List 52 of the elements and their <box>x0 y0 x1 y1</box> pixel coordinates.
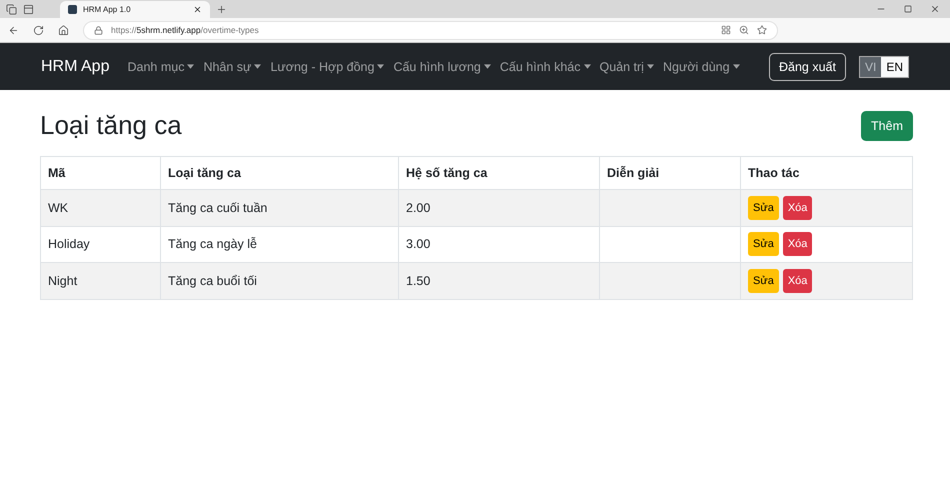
column-header: Thao tác <box>740 156 912 190</box>
caret-icon <box>646 64 654 69</box>
caret-icon <box>732 64 740 69</box>
star-icon[interactable] <box>757 25 767 35</box>
nav-menu[interactable]: Nhân sự <box>203 60 262 74</box>
table-cell: Night <box>40 262 160 299</box>
edit-button[interactable]: Sửa <box>748 196 779 220</box>
delete-button[interactable]: Xóa <box>782 268 812 293</box>
close-tab-icon[interactable] <box>193 5 202 14</box>
table-cell: 2.00 <box>398 190 600 226</box>
nav-menu[interactable]: Danh mục <box>127 60 194 74</box>
caret-icon <box>584 64 590 69</box>
home-icon[interactable] <box>58 24 69 36</box>
logout-button[interactable]: Đăng xuất <box>769 52 846 80</box>
address-bar[interactable]: https://5shrm.netlify.app/overtime-types <box>83 20 778 40</box>
nav-menu[interactable]: Người dùng <box>662 60 740 74</box>
column-header: Mã <box>40 156 160 190</box>
language-button[interactable]: VI <box>860 56 882 76</box>
url-text: https://5shrm.netlify.app/overtime-types <box>111 25 260 35</box>
reload-icon[interactable] <box>33 24 44 36</box>
caret-icon <box>187 64 194 69</box>
column-header: Hệ số tăng ca <box>398 156 600 190</box>
add-button[interactable]: Thêm <box>861 110 913 140</box>
lock-icon[interactable] <box>94 26 103 34</box>
nav-menu[interactable]: Lương - Hợp đồng <box>270 60 384 74</box>
caret-icon <box>377 64 384 69</box>
column-header: Diễn giải <box>600 156 740 190</box>
apps-icon[interactable] <box>721 25 731 35</box>
brand-link[interactable]: HRM App <box>41 58 110 76</box>
edit-button[interactable]: Sửa <box>748 232 779 256</box>
nav-menu[interactable]: Quản trị <box>600 60 654 74</box>
nav-menu[interactable]: Cấu hình lương <box>393 60 491 74</box>
page-title: Loại tăng ca <box>40 110 182 141</box>
nav-menu[interactable]: Cấu hình khác <box>500 60 590 74</box>
delete-button[interactable]: Xóa <box>782 232 812 256</box>
column-header: Loại tăng ca <box>160 156 398 190</box>
close-icon[interactable] <box>930 4 940 14</box>
table-cell: Tăng ca cuối tuần <box>160 190 398 226</box>
language-button[interactable]: EN <box>881 56 908 76</box>
caret-icon <box>484 64 491 69</box>
favicon-icon <box>68 5 77 14</box>
delete-button[interactable]: Xóa <box>782 196 812 220</box>
table-cell: 1.50 <box>398 262 600 299</box>
back-icon[interactable] <box>8 24 19 36</box>
maximize-icon[interactable] <box>904 5 912 13</box>
edit-button[interactable]: Sửa <box>748 268 779 293</box>
caret-icon <box>254 64 262 69</box>
browser-tab[interactable]: HRM App 1.0 <box>60 1 210 18</box>
tab-title: HRM App 1.0 <box>83 5 132 14</box>
zoom-icon[interactable] <box>739 25 749 35</box>
table-cell: Tăng ca buổi tối <box>160 262 398 299</box>
table-cell: WK <box>40 190 160 226</box>
